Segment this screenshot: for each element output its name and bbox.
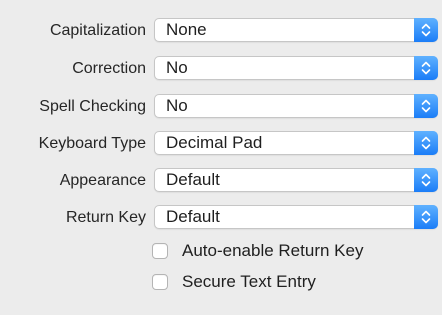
keyboard-type-popup[interactable]: Decimal Pad	[154, 131, 438, 155]
spell-checking-label: Spell Checking	[39, 98, 146, 115]
text-input-traits-inspector: Capitalization None Correction No Spell …	[0, 0, 442, 315]
capitalization-value: None	[166, 20, 207, 39]
up-down-chevrons-icon	[414, 131, 438, 155]
up-down-chevrons-icon	[414, 94, 438, 118]
correction-popup[interactable]: No	[154, 56, 438, 80]
up-down-chevrons-icon	[414, 205, 438, 229]
auto-enable-return-key-checkbox[interactable]	[152, 243, 168, 259]
auto-enable-return-key-option[interactable]: Auto-enable Return Key	[152, 240, 432, 262]
return-key-label: Return Key	[65, 209, 146, 226]
return-key-row: Return Key Default	[0, 205, 442, 230]
keyboard-type-label: Keyboard Type	[38, 135, 146, 152]
keyboard-type-row: Keyboard Type Decimal Pad	[0, 131, 442, 156]
appearance-popup[interactable]: Default	[154, 168, 438, 192]
auto-enable-return-key-label: Auto-enable Return Key	[182, 241, 364, 260]
appearance-row: Appearance Default	[0, 168, 442, 193]
spell-checking-popup[interactable]: No	[154, 94, 438, 118]
keyboard-type-value: Decimal Pad	[166, 133, 263, 152]
spell-checking-value: No	[166, 96, 188, 115]
appearance-label: Appearance	[59, 172, 146, 189]
up-down-chevrons-icon	[414, 168, 438, 192]
up-down-chevrons-icon	[414, 56, 438, 80]
spell-checking-row: Spell Checking No	[0, 94, 442, 119]
secure-text-entry-label: Secure Text Entry	[182, 272, 316, 291]
return-key-value: Default	[166, 207, 220, 226]
correction-value: No	[166, 58, 188, 77]
secure-text-entry-checkbox[interactable]	[152, 274, 168, 290]
correction-label: Correction	[72, 60, 146, 77]
up-down-chevrons-icon	[414, 18, 438, 42]
correction-row: Correction No	[0, 56, 442, 81]
appearance-value: Default	[166, 170, 220, 189]
secure-text-entry-option[interactable]: Secure Text Entry	[152, 271, 432, 293]
capitalization-label: Capitalization	[49, 22, 146, 39]
capitalization-popup[interactable]: None	[154, 18, 438, 42]
return-key-popup[interactable]: Default	[154, 205, 438, 229]
capitalization-row: Capitalization None	[0, 18, 442, 43]
